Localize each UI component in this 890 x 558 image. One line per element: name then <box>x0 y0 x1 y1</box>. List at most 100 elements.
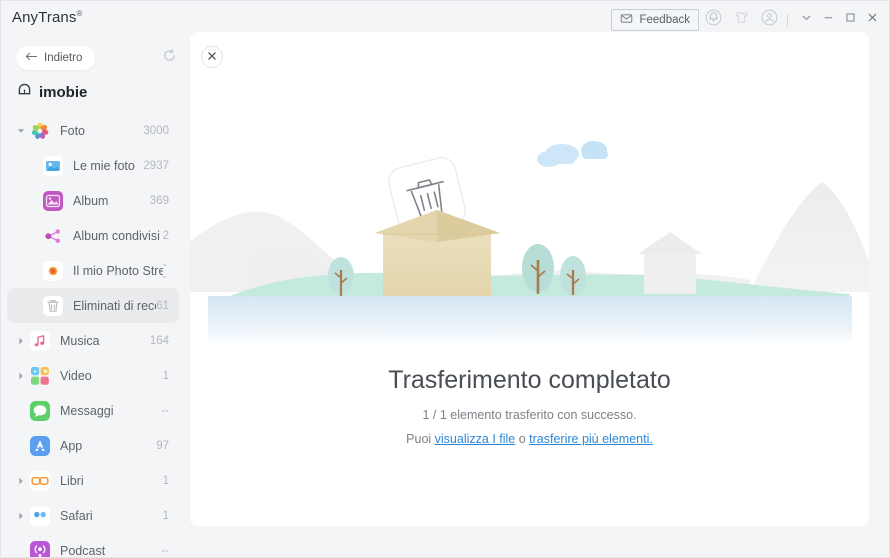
notifications-button[interactable] <box>699 6 727 34</box>
maximize-button[interactable] <box>839 6 861 34</box>
minimize-icon <box>822 11 835 29</box>
tree-right <box>560 256 586 296</box>
sidebar-item-eliminati-di-recente[interactable]: Eliminati di recente61 <box>7 288 179 323</box>
back-button[interactable]: Indietro <box>16 46 95 70</box>
sidebar-item-messaggi[interactable]: Messaggi-- <box>7 393 179 428</box>
action-prefix: Puoi <box>406 432 435 446</box>
appstore-icon <box>29 435 51 457</box>
sidebar-item-label: Video <box>60 369 163 383</box>
video-icon <box>29 365 51 387</box>
sidebar-item-app[interactable]: App97 <box>7 428 179 463</box>
sidebar-item-le-mie-foto[interactable]: Le mie foto2937 <box>7 148 179 183</box>
sidebar-item-count: 2937 <box>143 160 169 172</box>
sidebar-item-label: Eliminati di recente <box>73 299 156 313</box>
device-name: imobie <box>39 84 87 101</box>
sidebar-item-label: Il mio Photo Stream <box>73 264 163 278</box>
refresh-icon <box>162 48 177 68</box>
close-window-button[interactable] <box>861 6 883 34</box>
close-icon <box>866 11 879 29</box>
podcast-icon <box>29 540 51 558</box>
mail-icon <box>620 12 633 28</box>
collapse-button[interactable] <box>795 6 817 34</box>
chevron-down-icon <box>800 11 813 29</box>
sidebar-item-count: 3000 <box>143 125 169 137</box>
sidebar: Indietro imobie Foto3000Le mie foto2937A… <box>1 39 185 558</box>
refresh-button[interactable] <box>158 47 180 69</box>
chevron-right-icon[interactable] <box>13 372 29 380</box>
album-icon <box>42 190 64 212</box>
sidebar-item-label: Safari <box>60 509 163 523</box>
view-files-link[interactable]: visualizza I file <box>435 432 516 446</box>
sidebar-item-label: Libri <box>60 474 163 488</box>
app-title-text: AnyTrans <box>12 9 76 26</box>
messages-icon <box>29 400 51 422</box>
sidebar-item-label: App <box>60 439 156 453</box>
shared-icon <box>42 225 64 247</box>
books-icon <box>29 470 51 492</box>
sidebar-item-count: 369 <box>150 195 169 207</box>
sidebar-item-label: Album condivisi <box>73 229 163 243</box>
sidebar-item-album-condivisi[interactable]: Album condivisi2 <box>7 218 179 253</box>
photos-icon <box>29 120 51 142</box>
sidebar-item-podcast[interactable]: Podcast-- <box>7 533 179 558</box>
transfer-more-link[interactable]: trasferire più elementi. <box>529 432 653 446</box>
trademark-symbol: ® <box>76 9 82 18</box>
close-panel-button[interactable] <box>201 46 223 68</box>
chevron-right-icon[interactable] <box>13 337 29 345</box>
device-icon <box>17 83 32 101</box>
sidebar-item-album[interactable]: Album369 <box>7 183 179 218</box>
sidebar-item-foto[interactable]: Foto3000 <box>7 113 179 148</box>
sidebar-item-count: -- <box>163 259 169 283</box>
maximize-icon <box>844 11 857 29</box>
transfer-complete-illustration <box>190 120 869 345</box>
back-label: Indietro <box>44 52 82 64</box>
account-button[interactable] <box>755 6 783 34</box>
action-text: Puoi visualizza I file o trasferire più … <box>190 432 869 446</box>
content-panel: Trasferimento completato 1 / 1 elemento … <box>190 32 869 526</box>
sidebar-item-libri[interactable]: Libri1 <box>7 463 179 498</box>
toolbar-divider <box>787 14 788 27</box>
sidebar-item-label: Foto <box>60 124 143 138</box>
sidebar-item-label: Musica <box>60 334 150 348</box>
anytrans-window: AnyTrans® Feedback <box>0 0 890 558</box>
shirt-icon <box>732 8 751 32</box>
chevron-down-icon[interactable] <box>13 127 29 135</box>
gift-shirt-button[interactable] <box>727 6 755 34</box>
sidebar-item-count: 2 <box>163 230 169 242</box>
device-row[interactable]: imobie <box>1 77 185 107</box>
sidebar-item-count: 1 <box>163 475 169 487</box>
stream-icon <box>42 260 64 282</box>
cloud-right <box>581 141 608 159</box>
sidebar-item-video[interactable]: Video1 <box>7 358 179 393</box>
sidebar-item-count: 164 <box>150 335 169 347</box>
sidebar-item-label: Messaggi <box>60 404 161 418</box>
sidebar-item-label: Album <box>73 194 150 208</box>
minimize-button[interactable] <box>817 6 839 34</box>
chevron-right-icon[interactable] <box>13 512 29 520</box>
trash-icon <box>42 295 64 317</box>
sidebar-item-musica[interactable]: Musica164 <box>7 323 179 358</box>
close-icon <box>207 48 217 66</box>
bell-icon <box>704 8 723 32</box>
sidebar-item-count: 61 <box>156 300 169 312</box>
feedback-label: Feedback <box>639 14 690 26</box>
sidebar-item-label: Podcast <box>60 544 161 558</box>
sidebar-item-label: Le mie foto <box>73 159 143 173</box>
transfer-status-text: 1 / 1 elemento trasferito con successo. <box>190 408 869 422</box>
feedback-button[interactable]: Feedback <box>611 9 699 31</box>
sidebar-item-count: -- <box>161 405 169 417</box>
sidebar-item-il-mio-photo-stream[interactable]: Il mio Photo Stream-- <box>7 253 179 288</box>
sidebar-item-count: 1 <box>163 510 169 522</box>
sidebar-item-count: 1 <box>163 370 169 382</box>
sidebar-item-safari[interactable]: Safari1 <box>7 498 179 533</box>
safari-icon <box>29 505 51 527</box>
account-icon <box>760 8 779 32</box>
chevron-right-icon[interactable] <box>13 477 29 485</box>
sidebar-item-count: 97 <box>156 440 169 452</box>
sidebar-tree: Foto3000Le mie foto2937Album369Album con… <box>1 107 185 558</box>
sidebar-header: Indietro <box>1 39 185 77</box>
app-title: AnyTrans® <box>12 9 82 26</box>
page-title: Trasferimento completato <box>190 366 869 395</box>
cloud-left <box>537 144 579 167</box>
action-middle: o <box>515 432 529 446</box>
